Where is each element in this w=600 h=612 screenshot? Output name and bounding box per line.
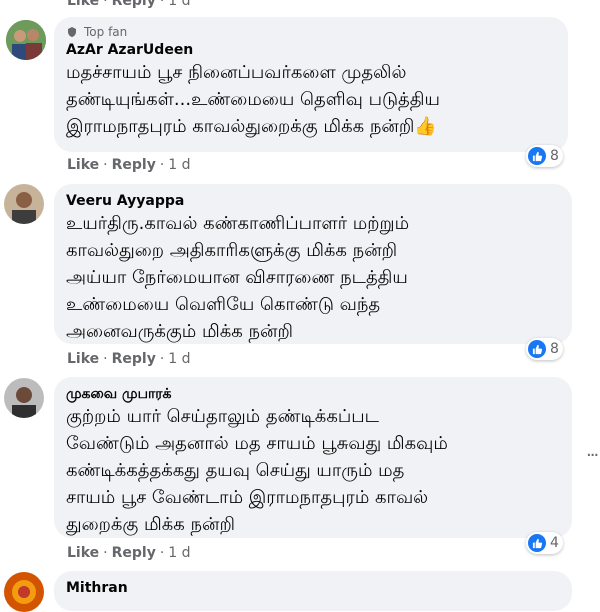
reaction-number: 8	[550, 148, 559, 164]
reaction-count[interactable]: 4	[526, 532, 563, 554]
commenter-name[interactable]: முகவை முபாரக்	[66, 385, 560, 403]
like-reaction-icon	[528, 534, 546, 552]
reaction-number: 8	[550, 341, 559, 357]
reaction-count[interactable]: 8	[526, 338, 563, 360]
comment-bubble: Veeru Ayyappa உயர்திரு.காவல் கண்காணிப்பா…	[54, 184, 572, 344]
like-reaction-icon	[528, 147, 546, 165]
separator-dot: ·	[159, 0, 165, 9]
comment-text: குற்றம் யார் செய்தாலும் தண்டிக்கப்பட வேண…	[66, 406, 448, 535]
like-link[interactable]: Like	[67, 0, 99, 9]
reply-link[interactable]: Reply	[112, 0, 156, 9]
comment-time[interactable]: 1 d	[168, 0, 190, 9]
badge-label: Top fan	[84, 25, 128, 39]
like-link[interactable]: Like	[67, 351, 99, 367]
reply-link[interactable]: Reply	[112, 351, 156, 367]
avatar-image	[4, 572, 44, 612]
comment-actions-top: Like · Reply · 1 d	[67, 0, 191, 9]
like-link[interactable]: Like	[67, 157, 99, 173]
comment-bubble: Mithran	[54, 571, 572, 611]
separator-dot: ·	[159, 545, 165, 561]
avatar[interactable]	[4, 572, 44, 612]
avatar[interactable]	[6, 20, 46, 60]
separator-dot: ·	[159, 351, 165, 367]
avatar[interactable]	[4, 378, 44, 418]
reaction-number: 4	[550, 535, 559, 551]
comment-text: மதச்சாயம் பூச நினைப்பவர்களை முதலில் தண்ட…	[66, 62, 440, 137]
avatar-image	[4, 184, 44, 224]
like-link[interactable]: Like	[67, 545, 99, 561]
comment-time[interactable]: 1 d	[168, 351, 190, 367]
avatar-image	[6, 20, 46, 60]
comment-time[interactable]: 1 d	[168, 545, 190, 561]
separator-dot: ·	[159, 157, 165, 173]
comment-actions: Like · Reply · 1 d	[67, 351, 191, 367]
commenter-name[interactable]: Veeru Ayyappa	[66, 192, 560, 210]
reply-link[interactable]: Reply	[112, 545, 156, 561]
commenter-name[interactable]: Mithran	[66, 579, 560, 597]
avatar[interactable]	[4, 184, 44, 224]
more-options-icon[interactable]: ···	[586, 445, 599, 466]
comment-actions: Like · Reply · 1 d	[67, 157, 191, 173]
top-fan-badge: Top fan	[66, 25, 556, 39]
like-reaction-icon	[528, 340, 546, 358]
top-fan-icon	[68, 27, 76, 37]
separator-dot: ·	[103, 0, 108, 9]
commenter-name[interactable]: AzAr AzarUdeen	[66, 41, 556, 59]
avatar-image	[4, 378, 44, 418]
separator-dot: ·	[103, 351, 108, 367]
comment-time[interactable]: 1 d	[168, 157, 190, 173]
separator-dot: ·	[103, 157, 108, 173]
separator-dot: ·	[103, 545, 108, 561]
reply-link[interactable]: Reply	[112, 157, 156, 173]
comment-actions: Like · Reply · 1 d	[67, 545, 191, 561]
reaction-count[interactable]: 8	[526, 145, 563, 167]
comment-text: உயர்திரு.காவல் கண்காணிப்பாளர் மற்றும் கா…	[66, 213, 410, 342]
comment-bubble: Top fan AzAr AzarUdeen மதச்சாயம் பூச நின…	[54, 17, 568, 152]
comment-bubble: முகவை முபாரக் குற்றம் யார் செய்தாலும் தண…	[54, 377, 572, 538]
